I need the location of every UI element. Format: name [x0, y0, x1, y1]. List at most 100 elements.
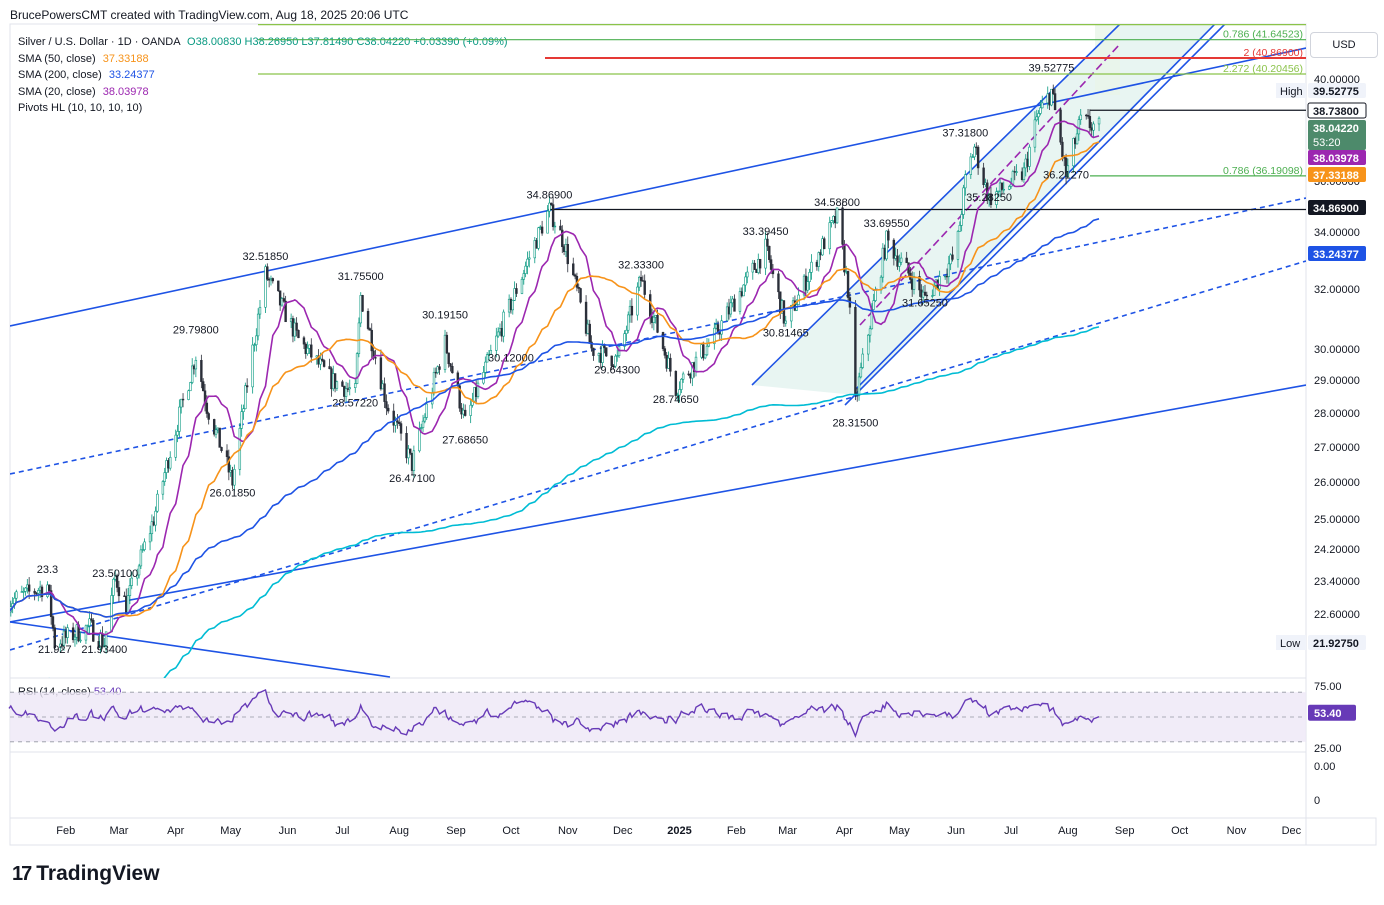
candle-body: [264, 266, 267, 308]
currency-button[interactable]: USD: [1310, 32, 1378, 58]
pivot-label: 21.927: [38, 644, 72, 656]
candle-body: [1050, 88, 1053, 106]
candle-body: [291, 318, 295, 337]
candle-body: [932, 285, 936, 296]
legend-pivots[interactable]: Pivots HL (10, 10, 10, 10): [18, 100, 508, 117]
candle-body: [883, 247, 886, 260]
legend-sma20[interactable]: SMA (20, close) 38.03978: [18, 84, 508, 101]
fib-level-label: 2.618 (42.29327): [1223, 14, 1303, 26]
candle-body: [126, 595, 130, 615]
candle-body: [995, 191, 998, 205]
candle-body: [1037, 113, 1040, 118]
candle-body: [997, 190, 1000, 193]
pivots-label: Pivots HL (10, 10, 10, 10): [18, 102, 143, 114]
candle-body: [720, 320, 723, 335]
candle-body: [315, 355, 318, 358]
candle-body: [410, 452, 414, 471]
candle-body: [540, 226, 544, 234]
candle-body: [49, 590, 53, 617]
time-tick: Aug: [1058, 825, 1078, 837]
lower-pane-frame: [9, 751, 1307, 819]
candle-body: [758, 258, 762, 269]
candle-body: [178, 406, 181, 432]
time-tick: Jul: [335, 825, 349, 837]
candle-body: [409, 448, 412, 454]
candle-body: [181, 398, 185, 401]
price-scale-label-value: 21.92750: [1313, 638, 1359, 650]
candle-body: [48, 584, 51, 591]
candle-body: [892, 239, 896, 259]
candle-body: [398, 422, 401, 424]
rsi-value-label: 53.40: [1314, 708, 1342, 720]
candle-body: [51, 616, 55, 629]
candle-body: [445, 334, 449, 354]
pivot-label: 29.79800: [173, 325, 219, 337]
candle-body: [692, 362, 696, 372]
candle-body: [857, 376, 861, 396]
tradingview-logo[interactable]: 17 TradingView: [12, 862, 160, 886]
candle-body: [592, 347, 595, 356]
price-scale-label-value: 38.04220: [1313, 123, 1359, 135]
candle-body: [661, 332, 665, 349]
candle-body: [407, 448, 410, 459]
time-tick: Nov: [1227, 825, 1247, 837]
candle-body: [66, 627, 69, 638]
legend-sma50[interactable]: SMA (50, close) 37.33188: [18, 51, 508, 68]
legend-symbol-row[interactable]: Silver / U.S. Dollar · 1D · OANDA O38.00…: [18, 34, 508, 51]
rsi-legend[interactable]: RSI (14, close) 53.40: [18, 686, 121, 698]
candle-body: [951, 254, 954, 260]
candle-body: [1064, 157, 1068, 177]
candle-body: [370, 329, 373, 352]
candle-body: [702, 344, 705, 359]
candle-body: [628, 305, 632, 316]
candle-body: [746, 271, 749, 278]
symbol-name[interactable]: Silver / U.S. Dollar · 1D · OANDA: [18, 36, 180, 48]
candle-body: [714, 324, 718, 329]
candle-body: [705, 345, 709, 356]
candle-body: [412, 450, 416, 471]
candle-body: [1039, 107, 1042, 114]
candle-body: [945, 275, 949, 278]
candle-body: [771, 269, 775, 275]
candle-body: [943, 275, 947, 278]
candle-body: [975, 146, 978, 149]
candle-body: [590, 341, 593, 349]
candle-body: [359, 295, 362, 324]
candle-body: [782, 300, 786, 324]
candle-body: [498, 327, 502, 333]
candle-body: [511, 299, 514, 311]
candle-body: [310, 344, 313, 358]
candle-body: [152, 521, 155, 526]
candle-body: [10, 601, 11, 613]
price-scale-label-value: 39.52775: [1313, 86, 1359, 98]
price-tick: 36.00000: [1314, 176, 1360, 188]
candle-body: [757, 258, 760, 273]
pivot-label: 27.68650: [442, 435, 488, 447]
candle-body: [638, 276, 641, 288]
sma200-value: 33.24377: [108, 69, 155, 81]
candle-body: [405, 432, 408, 459]
candle-body: [823, 238, 826, 250]
candle-body: [931, 295, 934, 297]
legend-sma200[interactable]: SMA (200, close) 33.24377: [18, 67, 508, 84]
candle-body: [584, 301, 588, 334]
rsi-value: 53.40: [93, 686, 122, 698]
price-tick: 29.00000: [1314, 375, 1360, 387]
candle-body: [79, 639, 82, 642]
candle-body: [328, 366, 331, 370]
candle-body: [447, 352, 450, 365]
candle-body: [443, 334, 447, 370]
price-tick: 22.60000: [1314, 609, 1360, 621]
candle-body: [103, 645, 106, 647]
candle-body: [361, 295, 364, 312]
pivot-label: 21.93400: [81, 644, 127, 656]
time-tick: Dec: [613, 825, 633, 837]
trend-line: [859, 43, 1121, 326]
fib-level-label: 0.786 (36.19098): [1223, 165, 1303, 177]
rsi-band: [10, 692, 1306, 742]
candle-body: [681, 373, 685, 380]
candle-body: [513, 288, 516, 301]
candle-body: [588, 323, 591, 343]
candle-body: [703, 354, 707, 359]
price-chart[interactable]: 2.618 (42.29327) 0.786 (41.64523) 2 (40.86…: [0, 0, 1384, 905]
